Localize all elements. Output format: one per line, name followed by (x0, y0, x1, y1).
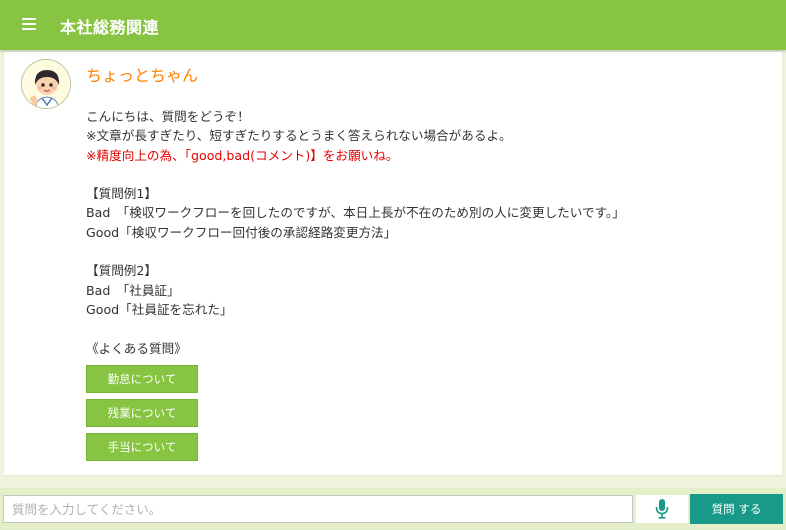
bot-message: こんにちは、質問をどうぞ！ ※文章が長すぎたり、短すぎたりするとうまく答えられない… (86, 107, 766, 358)
example2-heading: 【質問例2】 (86, 263, 157, 279)
faq-heading: 《よくある質問》 (86, 340, 187, 356)
faq-button-attendance[interactable]: 勤怠について (86, 365, 198, 393)
warning-text: ※精度向上の為、「good,bad(コメント)】をお願いね。 (86, 147, 399, 163)
greeting-text: こんにちは、質問をどうぞ！ (86, 109, 250, 124)
microphone-icon (655, 499, 669, 519)
faq-button-allowance[interactable]: 手当について (86, 433, 198, 461)
page-title: 本社総務関連 (60, 18, 160, 37)
example2-good: Good「社員証を忘れた」 (86, 301, 233, 317)
input-bar: 質問 する (0, 488, 786, 530)
faq-button-overtime[interactable]: 残業について (86, 399, 198, 427)
example1-heading: 【質問例1】 (86, 186, 157, 202)
submit-question-button[interactable]: 質問 する (690, 494, 783, 524)
bot-name: ちょっとちゃん (86, 66, 199, 85)
note-text: ※文章が長すぎたり、短すぎたりするとうまく答えられない場合があるよ。 (86, 128, 512, 144)
character-avatar-icon (21, 59, 71, 109)
example1-good: Good「検収ワークフロー回付後の承認経路変更方法」 (86, 224, 397, 240)
question-input[interactable] (3, 495, 633, 523)
chat-message-card: ちょっとちゃん こんにちは、質問をどうぞ！ ※文章が長すぎたり、短すぎたりするとう… (4, 52, 782, 475)
hamburger-menu-icon[interactable] (22, 18, 36, 30)
app-header: 本社総務関連 (0, 0, 786, 50)
microphone-button[interactable] (636, 495, 688, 523)
example1-bad: Bad 「検収ワークフローを回したのですが、本日上長が不在のため別の人に変更した… (86, 205, 625, 221)
example2-bad: Bad 「社員証」 (86, 282, 180, 298)
